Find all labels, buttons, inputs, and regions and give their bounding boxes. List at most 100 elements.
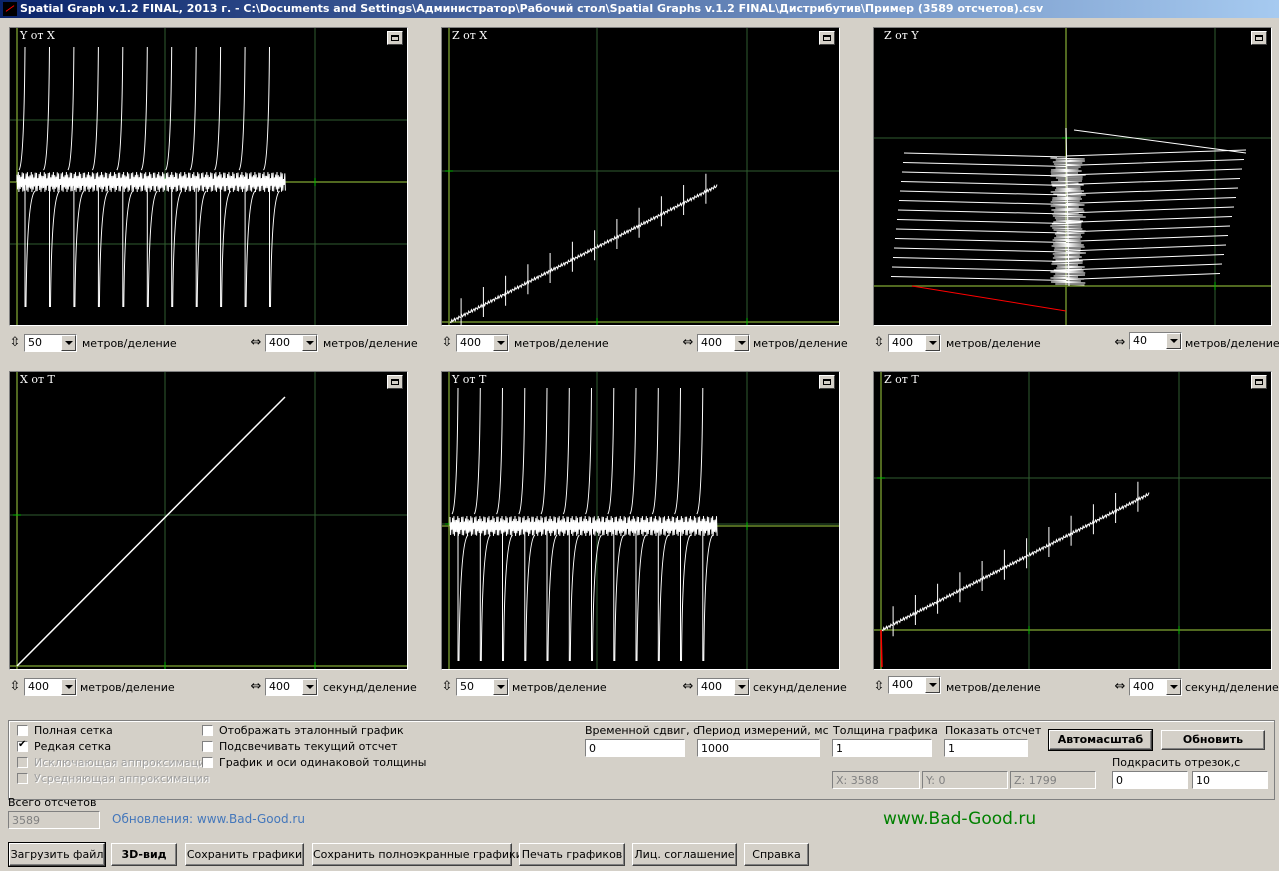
horizontal-scale-icon: ⇔: [250, 678, 262, 696]
plot-title: Z от Y: [884, 29, 919, 42]
vertical-scale-icon: ⇳: [441, 334, 453, 352]
segment-to-input[interactable]: 10: [1192, 771, 1268, 789]
checkbox-box[interactable]: [17, 741, 28, 752]
dropdown-arrow-icon[interactable]: [302, 679, 317, 695]
save-graphs-button[interactable]: Сохранить графики: [185, 843, 304, 866]
show-sample-label: Показать отсчет: [945, 724, 1041, 737]
print-graphs-button[interactable]: Печать графиков: [519, 843, 625, 866]
maximize-plot-button[interactable]: [387, 31, 403, 45]
plot-title: Y от X: [20, 29, 55, 42]
checkbox-box[interactable]: [202, 725, 213, 736]
horizontal-unit-label: метров/деление: [323, 337, 418, 350]
horizontal-unit-label: метров/деление: [1185, 337, 1279, 350]
plot-canvas: [10, 372, 407, 669]
vertical-unit-label: метров/деление: [80, 681, 175, 694]
site-url[interactable]: www.Bad-Good.ru: [883, 809, 1036, 829]
dropdown-arrow-icon[interactable]: [734, 335, 749, 351]
window-title: Spatial Graph v.1.2 FINAL, 2013 г. - C:\…: [20, 2, 1043, 15]
plot-y-vs-x: Y от X: [9, 27, 408, 326]
checkbox-label: Исключающая аппроксимация: [34, 756, 212, 769]
vertical-scale-icon: ⇳: [873, 334, 885, 352]
horizontal-scale-icon: ⇔: [250, 334, 262, 352]
dropdown-arrow-icon[interactable]: [302, 335, 317, 351]
period-input[interactable]: 1000: [697, 739, 820, 757]
horizontal-unit-label: секунд/деление: [753, 681, 847, 694]
refresh-button[interactable]: Обновить: [1161, 730, 1265, 750]
vertical-scale-select[interactable]: 50: [24, 334, 77, 352]
vertical-scale-select[interactable]: 50: [456, 678, 509, 696]
plot-y-vs-t: Y от T: [441, 371, 840, 670]
updates-link[interactable]: Обновления: www.Bad-Good.ru: [112, 812, 305, 826]
dropdown-arrow-icon[interactable]: [925, 677, 940, 693]
maximize-plot-button[interactable]: [819, 31, 835, 45]
dropdown-arrow-icon[interactable]: [61, 679, 76, 695]
dropdown-arrow-icon[interactable]: [925, 335, 940, 351]
checkbox-label: Отображать эталонный график: [219, 724, 404, 737]
maximize-plot-button[interactable]: [1251, 375, 1267, 389]
plot-canvas: [874, 28, 1271, 325]
select-value: 400: [28, 680, 49, 693]
3d-view-button[interactable]: 3D-вид: [111, 843, 177, 866]
horizontal-scale-select[interactable]: 40: [1129, 332, 1182, 350]
select-value: 400: [460, 336, 481, 349]
thickness-input[interactable]: 1: [832, 739, 932, 757]
plot-title: Y от T: [452, 373, 486, 386]
select-value: 400: [892, 336, 913, 349]
horizontal-scale-icon: ⇔: [1114, 334, 1126, 352]
vertical-unit-label: метров/деление: [514, 337, 609, 350]
autoscale-button[interactable]: Автомасштаб: [1049, 730, 1152, 750]
checkbox-box[interactable]: [202, 741, 213, 752]
plot-canvas: [10, 28, 407, 325]
total-samples-label: Всего отсчетов: [8, 796, 96, 809]
plot-z-vs-x: Z от X: [441, 27, 840, 326]
show-sample-input[interactable]: 1: [944, 739, 1028, 757]
select-value: 50: [460, 680, 474, 693]
plot-controls-3: ⇳ 400 метров/деление ⇔ 40 метров/деление: [873, 334, 1273, 354]
dropdown-arrow-icon[interactable]: [493, 335, 508, 351]
dropdown-arrow-icon[interactable]: [1166, 679, 1181, 695]
maximize-plot-button[interactable]: [387, 375, 403, 389]
dropdown-arrow-icon[interactable]: [61, 335, 76, 351]
checkbox-label: График и оси одинаковой толщины: [219, 756, 426, 769]
horizontal-scale-select[interactable]: 400: [265, 678, 318, 696]
vertical-scale-select[interactable]: 400: [24, 678, 77, 696]
plot-controls-2: ⇳ 400 метров/деление ⇔ 400 метров/делени…: [441, 334, 841, 354]
plot-title: Z от X: [452, 29, 487, 42]
select-value: 400: [1133, 680, 1154, 693]
horizontal-scale-icon: ⇔: [682, 334, 694, 352]
vertical-scale-select[interactable]: 400: [456, 334, 509, 352]
horizontal-scale-icon: ⇔: [682, 678, 694, 696]
plot-canvas: [442, 28, 839, 325]
help-button[interactable]: Справка: [744, 843, 809, 866]
license-button[interactable]: Лиц. соглашение: [632, 843, 737, 866]
horizontal-scale-select[interactable]: 400: [697, 334, 750, 352]
vertical-scale-icon: ⇳: [9, 678, 21, 696]
horizontal-scale-select[interactable]: 400: [265, 334, 318, 352]
checkbox-label: Усредняющая аппроксимация: [34, 772, 209, 785]
select-value: 50: [28, 336, 42, 349]
horizontal-unit-label: секунд/деление: [323, 681, 417, 694]
vertical-scale-select[interactable]: 400: [888, 676, 941, 694]
app-icon: [3, 2, 17, 16]
plot-title: X от T: [20, 373, 55, 386]
segment-from-input[interactable]: 0: [1112, 771, 1188, 789]
time-shift-input[interactable]: 0: [585, 739, 685, 757]
checkbox-box[interactable]: [17, 725, 28, 736]
maximize-plot-button[interactable]: [819, 375, 835, 389]
horizontal-scale-select[interactable]: 400: [1129, 678, 1182, 696]
dropdown-arrow-icon[interactable]: [1166, 333, 1181, 349]
dropdown-arrow-icon[interactable]: [493, 679, 508, 695]
maximize-plot-button[interactable]: [1251, 31, 1267, 45]
save-fullscreen-graphs-button[interactable]: Сохранить полноэкранные графики: [312, 843, 512, 866]
x-readout-field: X: 3588: [832, 771, 920, 789]
dropdown-arrow-icon[interactable]: [734, 679, 749, 695]
plot-controls-1: ⇳ 50 метров/деление ⇔ 400 метров/деление: [9, 334, 409, 354]
plot-x-vs-t: X от T: [9, 371, 408, 670]
load-file-button[interactable]: Загрузить файл: [9, 843, 105, 866]
checkbox-box[interactable]: [202, 757, 213, 768]
thickness-label: Толщина графика: [833, 724, 938, 737]
vertical-scale-select[interactable]: 400: [888, 334, 941, 352]
checkbox-label: Подсвечивать текущий отсчет: [219, 740, 398, 753]
select-value: 40: [1133, 334, 1147, 347]
horizontal-scale-select[interactable]: 400: [697, 678, 750, 696]
